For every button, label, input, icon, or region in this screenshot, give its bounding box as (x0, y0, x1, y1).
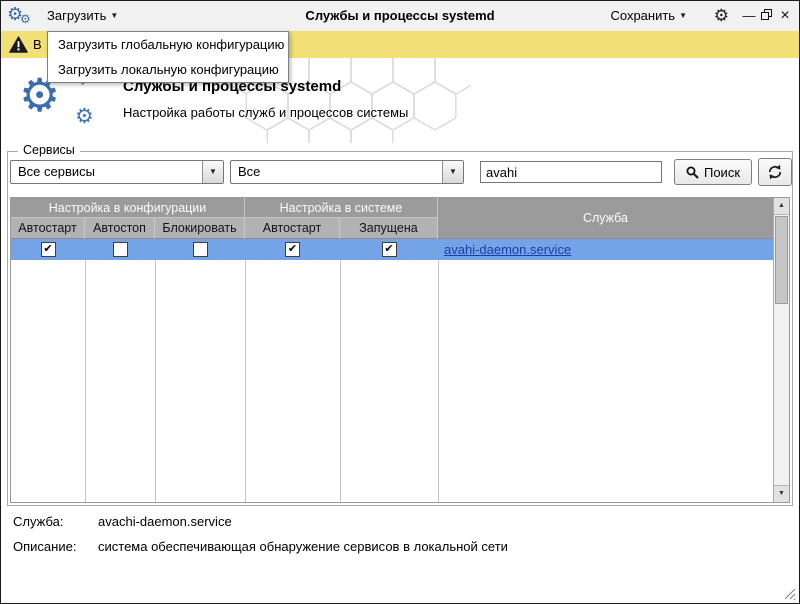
warning-icon (9, 36, 28, 56)
table-row[interactable]: ✔ ✔ ✔ avahi-daemon.service (11, 239, 773, 260)
detail-description-row: Описание: система обеспечивающая обнаруж… (1, 539, 799, 559)
vertical-scrollbar[interactable]: ▲ ▼ (773, 198, 789, 502)
app-gears-icon: ⚙ ⚙ (7, 2, 41, 30)
header-service: Служба (438, 198, 773, 239)
grid-line (438, 260, 439, 502)
menu-item-load-global[interactable]: Загрузить глобальную конфигурацию (48, 32, 288, 57)
check-icon: ✔ (384, 243, 393, 255)
cell-block (155, 242, 245, 257)
checkbox[interactable]: ✔ (382, 242, 397, 257)
grid-line (245, 260, 246, 502)
cell-autostop (85, 242, 155, 257)
check-icon: ✔ (43, 243, 52, 255)
app-window: ⚙ ⚙ Загрузить ▼ Службы и процессы systemd… (0, 0, 800, 604)
service-link[interactable]: avahi-daemon.service (444, 239, 571, 260)
grid-line (340, 260, 341, 502)
load-menu-button[interactable]: Загрузить ▼ (41, 1, 124, 31)
grid-line (85, 260, 86, 502)
banner-subtitle: Настройка работы служб и процессов систе… (123, 105, 408, 120)
combo-dropdown-button[interactable]: ▼ (442, 161, 463, 183)
groupbox-legend: Сервисы (18, 143, 80, 157)
search-icon (686, 166, 699, 179)
titlebar: ⚙ ⚙ Загрузить ▼ Службы и процессы systemd… (1, 1, 799, 32)
checkbox[interactable] (113, 242, 128, 257)
header-system-group: Настройка в системе (245, 198, 438, 218)
settings-gear-button[interactable]: ⚙ (710, 1, 733, 31)
scroll-down-button[interactable]: ▼ (774, 485, 789, 502)
close-icon: × (780, 7, 789, 24)
arrow-up-icon: ▲ (778, 202, 785, 209)
header-autostop: Автостоп (85, 218, 155, 239)
warning-text: В (33, 31, 42, 58)
gear-icon: ⚙ (20, 12, 31, 26)
services-table: Настройка в конфигурации Настройка в сис… (10, 197, 790, 503)
cell-autostart-config: ✔ (11, 242, 85, 257)
combo-dropdown-button[interactable]: ▼ (202, 161, 223, 183)
header-autostart-system: Автостарт (245, 218, 340, 239)
detail-service-row: Служба: avachi-daemon.service (1, 514, 799, 534)
state-filter-value: Все (238, 161, 260, 183)
chevron-down-icon: ▼ (449, 167, 457, 176)
restore-button[interactable] (758, 1, 774, 31)
chevron-down-icon: ▼ (209, 167, 217, 176)
save-menu-label: Сохранить (610, 8, 675, 23)
grid-line (155, 260, 156, 502)
chevron-down-icon: ▼ (110, 11, 118, 20)
checkbox[interactable]: ✔ (285, 242, 300, 257)
service-label: Служба: (13, 514, 63, 529)
close-button[interactable]: × (777, 1, 793, 31)
minimize-icon: — (743, 8, 756, 23)
load-menu-label: Загрузить (47, 8, 106, 23)
scroll-up-button[interactable]: ▲ (774, 198, 789, 215)
search-button[interactable]: Поиск (674, 159, 752, 185)
menu-item-load-local[interactable]: Загрузить локальную конфигурацию (48, 57, 288, 82)
restore-icon (761, 9, 772, 20)
cell-running: ✔ (340, 242, 438, 257)
gear-icon: ⚙ (75, 104, 94, 129)
arrow-down-icon: ▼ (778, 490, 785, 497)
header-config-group: Настройка в конфигурации (11, 198, 245, 218)
save-menu-button[interactable]: Сохранить ▼ (604, 1, 693, 31)
window-title: Службы и процессы systemd (305, 1, 494, 31)
checkbox[interactable] (193, 242, 208, 257)
refresh-icon (767, 164, 783, 180)
cell-autostart-system: ✔ (245, 242, 340, 257)
services-groupbox: Сервисы Все сервисы ▼ Все ▼ Поиск (7, 151, 793, 506)
header-running: Запущена (340, 218, 438, 239)
load-dropdown-menu: Загрузить глобальную конфигурацию Загруз… (47, 31, 289, 83)
header-block: Блокировать (155, 218, 245, 239)
checkbox[interactable]: ✔ (41, 242, 56, 257)
description-label: Описание: (13, 539, 76, 554)
check-icon: ✔ (288, 243, 297, 255)
description-value: система обеспечивающая обнаружение серви… (98, 539, 508, 554)
service-filter-select[interactable]: Все сервисы ▼ (10, 160, 224, 184)
state-filter-select[interactable]: Все ▼ (230, 160, 464, 184)
search-button-label: Поиск (704, 165, 740, 180)
service-value: avachi-daemon.service (98, 514, 232, 529)
gear-icon: ⚙ (714, 6, 729, 25)
minimize-button[interactable]: — (741, 1, 757, 31)
chevron-down-icon: ▼ (679, 11, 687, 20)
search-input[interactable] (480, 161, 662, 183)
service-filter-value: Все сервисы (18, 161, 95, 183)
resize-grip[interactable] (782, 586, 796, 600)
details-panel: Служба: avachi-daemon.service Описание: … (1, 506, 799, 576)
refresh-button[interactable] (758, 158, 792, 186)
header-autostart-config: Автостарт (11, 218, 85, 239)
scrollbar-thumb[interactable] (775, 216, 788, 304)
